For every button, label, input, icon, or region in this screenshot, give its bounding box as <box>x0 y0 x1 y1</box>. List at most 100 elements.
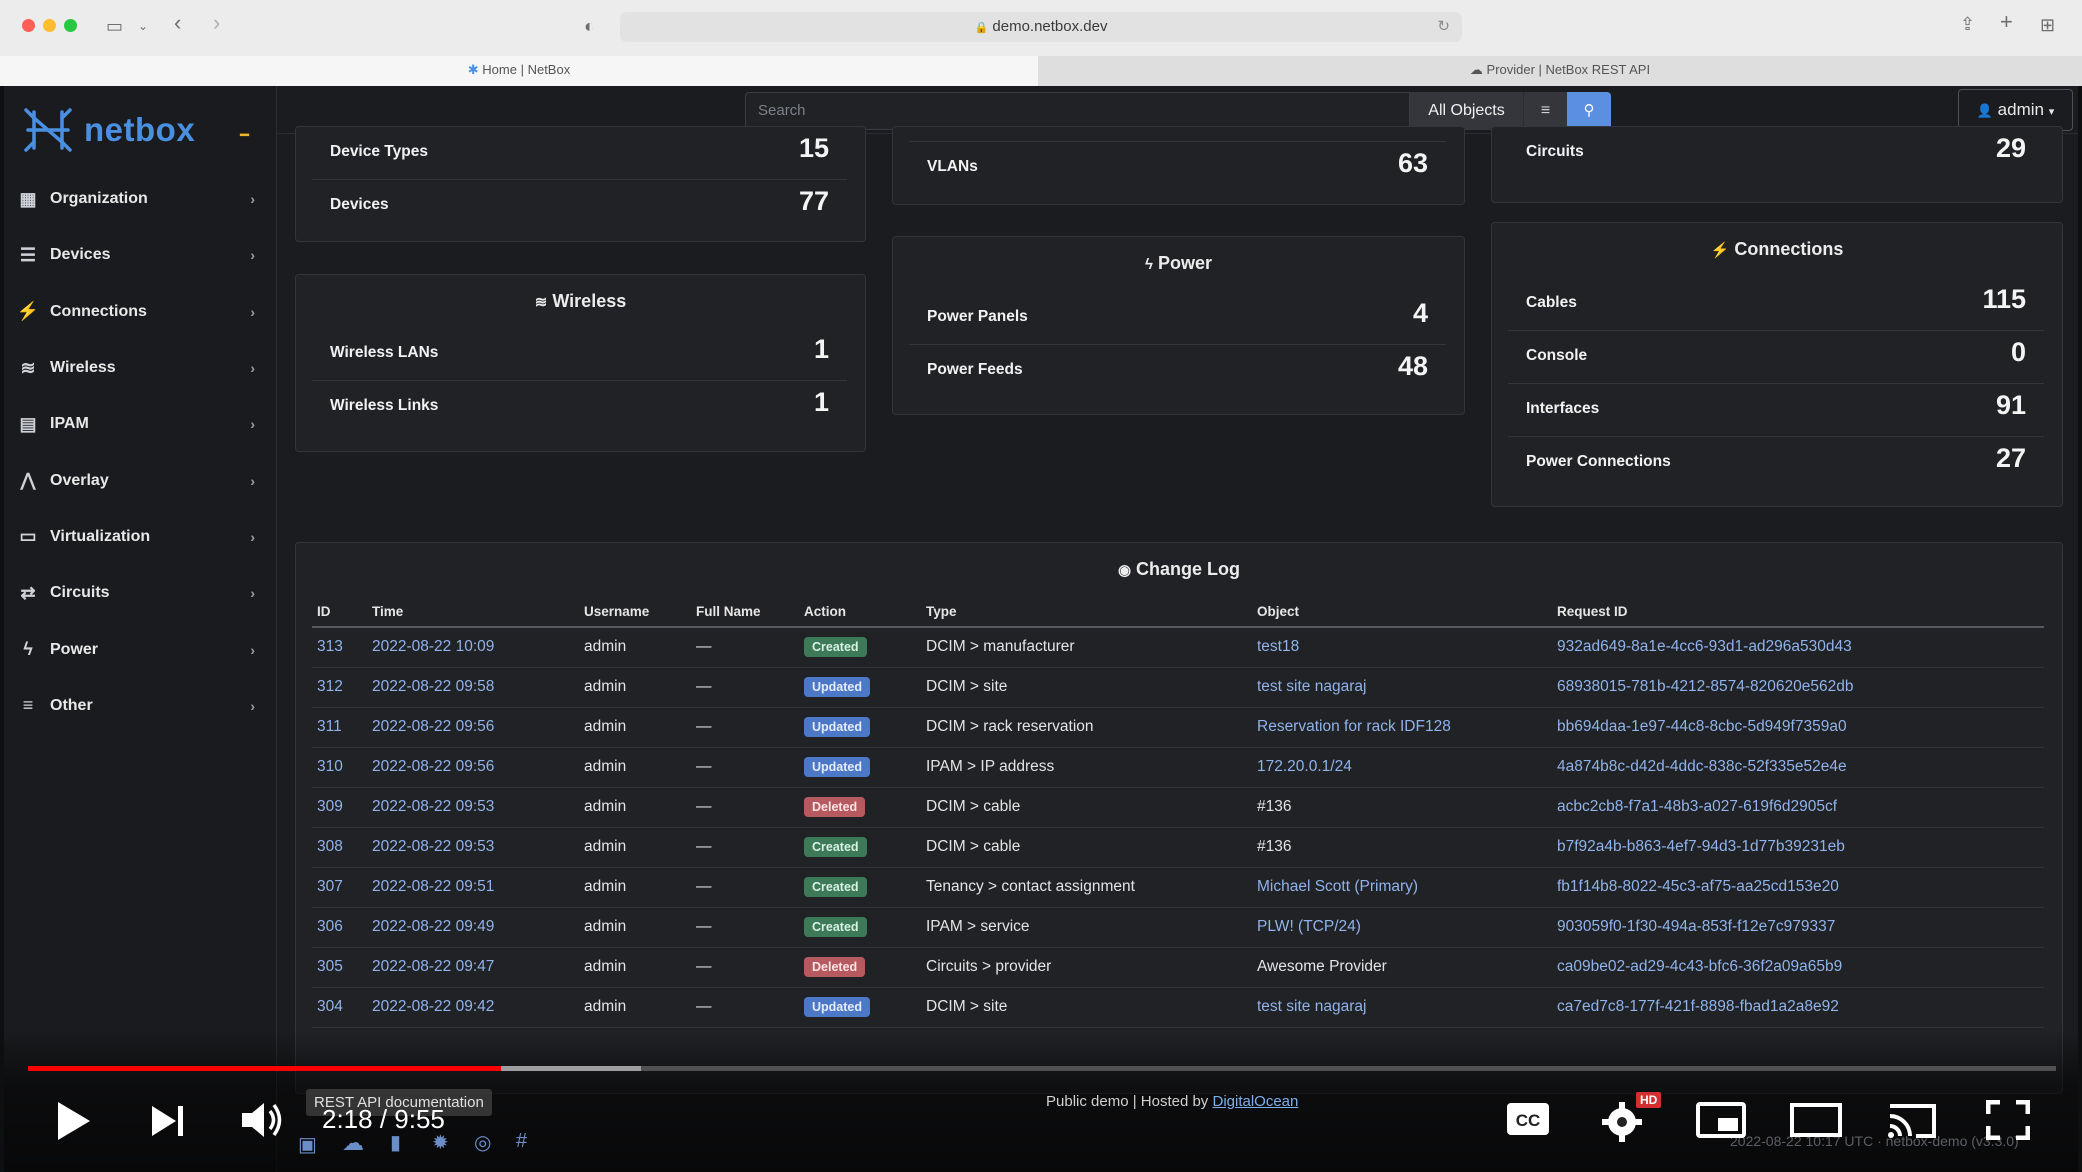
stat-row-power-panels[interactable]: Power Panels 4 <box>909 292 1446 345</box>
tab-overview-icon[interactable]: ⊞ <box>2040 16 2055 34</box>
change-time-link[interactable]: 2022-08-22 09:47 <box>367 947 579 988</box>
object-cell[interactable]: test18 <box>1252 627 1552 668</box>
sidebar-toggle-icon[interactable]: ▭ <box>106 17 123 35</box>
request-id-link[interactable]: ca7ed7c8-177f-421f-8898-fbad1a2a8e92 <box>1552 987 2044 1028</box>
volume-button[interactable] <box>240 1100 284 1145</box>
object-scope-dropdown[interactable]: All Objects <box>1410 92 1523 130</box>
maximize-window-button[interactable] <box>64 19 77 32</box>
column-header[interactable]: Object <box>1252 597 1552 628</box>
pin-sidebar-icon[interactable]: ━ <box>240 126 249 144</box>
stat-row-console[interactable]: Console 0 <box>1508 331 2044 384</box>
captions-button[interactable]: CC <box>1506 1102 1550 1141</box>
change-id-link[interactable]: 311 <box>312 707 367 748</box>
stat-row-interfaces[interactable]: Interfaces 91 <box>1508 384 2044 437</box>
video-progress-bar[interactable] <box>28 1066 501 1071</box>
request-id-link[interactable]: fb1f14b8-8022-45c3-af75-aa25cd153e20 <box>1552 867 2044 908</box>
search-input[interactable]: Search <box>745 92 1410 130</box>
object-cell[interactable]: Michael Scott (Primary) <box>1252 867 1552 908</box>
column-header[interactable]: Full Name <box>691 597 799 628</box>
change-id-link[interactable]: 308 <box>312 827 367 868</box>
change-time-link[interactable]: 2022-08-22 09:56 <box>367 707 579 748</box>
cloud-icon[interactable]: ☁ <box>342 1130 364 1156</box>
sidebar-item-circuits[interactable]: ⇄ Circuits › <box>4 565 277 621</box>
play-button[interactable] <box>56 1100 92 1147</box>
request-id-link[interactable]: 932ad649-8a1e-4cc6-93d1-ad296a530d43 <box>1552 627 2044 668</box>
change-time-link[interactable]: 2022-08-22 09:49 <box>367 907 579 948</box>
request-id-link[interactable]: b7f92a4b-b863-4ef7-94d3-1d77b39231eb <box>1552 827 2044 868</box>
object-cell[interactable]: test site nagaraj <box>1252 987 1552 1028</box>
object-cell[interactable]: PLW! (TCP/24) <box>1252 907 1552 948</box>
reload-icon[interactable]: ↻ <box>1437 12 1450 42</box>
forward-icon[interactable]: › <box>213 12 220 34</box>
change-id-link[interactable]: 304 <box>312 987 367 1028</box>
stat-row-power-feeds[interactable]: Power Feeds 48 <box>909 345 1446 398</box>
share-icon[interactable]: ⇪ <box>1960 15 1975 33</box>
chevron-down-icon[interactable]: ⌄ <box>138 17 148 35</box>
change-id-link[interactable]: 307 <box>312 867 367 908</box>
change-time-link[interactable]: 2022-08-22 09:53 <box>367 787 579 828</box>
object-cell[interactable]: 172.20.0.1/24 <box>1252 747 1552 788</box>
change-id-link[interactable]: 309 <box>312 787 367 828</box>
minimize-window-button[interactable] <box>43 19 56 32</box>
fullscreen-button[interactable] <box>1985 1099 2031 1145</box>
change-id-link[interactable]: 305 <box>312 947 367 988</box>
sidebar-item-virtualization[interactable]: ▭ Virtualization › <box>4 509 277 565</box>
back-icon[interactable]: ‹ <box>174 12 181 34</box>
change-time-link[interactable]: 2022-08-22 09:51 <box>367 867 579 908</box>
gear-small-icon[interactable]: ✹ <box>432 1130 449 1155</box>
change-id-link[interactable]: 313 <box>312 627 367 668</box>
search-button[interactable]: ⚲ <box>1567 92 1611 130</box>
stat-row-device-types[interactable]: Device Types 15 <box>312 127 847 180</box>
bookmark-icon[interactable]: ▮ <box>390 1130 401 1155</box>
change-time-link[interactable]: 2022-08-22 10:09 <box>367 627 579 668</box>
stat-row-wireless-links[interactable]: Wireless Links 1 <box>312 381 847 434</box>
request-id-link[interactable]: ca09be02-ad29-4c43-bfc6-36f2a09a65b9 <box>1552 947 2044 988</box>
sidebar-item-organization[interactable]: ▦ Organization › <box>4 171 277 227</box>
tab-home[interactable]: ✱ Home | NetBox <box>0 56 1038 86</box>
sidebar-item-connections[interactable]: ⚡ Connections › <box>4 284 277 340</box>
user-menu-button[interactable]: 👤 admin ▾ <box>1958 89 2073 131</box>
filter-button[interactable]: ≡ <box>1523 92 1567 130</box>
new-tab-icon[interactable]: + <box>2000 11 2013 33</box>
request-id-link[interactable]: 4a874b8c-d42d-4ddc-838c-52f335e52e4e <box>1552 747 2044 788</box>
github-icon[interactable]: ◎ <box>474 1130 491 1155</box>
sidebar-item-overlay[interactable]: ⋀ Overlay › <box>4 452 277 508</box>
change-id-link[interactable]: 310 <box>312 747 367 788</box>
close-window-button[interactable] <box>22 19 35 32</box>
change-time-link[interactable]: 2022-08-22 09:53 <box>367 827 579 868</box>
sidebar-item-wireless[interactable]: ≋ Wireless › <box>4 340 277 396</box>
change-time-link[interactable]: 2022-08-22 09:56 <box>367 747 579 788</box>
stat-row-power-connections[interactable]: Power Connections 27 <box>1508 437 2044 490</box>
column-header[interactable]: Time <box>367 597 579 628</box>
sidebar-item-other[interactable]: ≡ Other › <box>4 678 277 734</box>
object-cell[interactable]: Reservation for rack IDF128 <box>1252 707 1552 748</box>
request-id-link[interactable]: bb694daa-1e97-44c8-8cbc-5d949f7359a0 <box>1552 707 2044 748</box>
column-header[interactable]: Type <box>921 597 1252 628</box>
theater-mode-button[interactable] <box>1790 1102 1842 1143</box>
column-header[interactable]: Action <box>799 597 921 628</box>
object-cell[interactable]: test site nagaraj <box>1252 667 1552 708</box>
sidebar-item-power[interactable]: ϟ Power › <box>4 621 277 677</box>
stat-row-cables[interactable]: Cables 115 <box>1508 278 2044 331</box>
column-header[interactable]: Username <box>579 597 691 628</box>
change-id-link[interactable]: 306 <box>312 907 367 948</box>
digitalocean-link[interactable]: DigitalOcean <box>1212 1093 1298 1110</box>
change-id-link[interactable]: 312 <box>312 667 367 708</box>
request-id-link[interactable]: 903059f0-1f30-494a-853f-f12e7c979337 <box>1552 907 2044 948</box>
book-icon[interactable]: ▣ <box>298 1132 317 1157</box>
cast-button[interactable] <box>1886 1100 1938 1145</box>
change-time-link[interactable]: 2022-08-22 09:58 <box>367 667 579 708</box>
shield-icon[interactable]: ◐ <box>584 17 595 35</box>
miniplayer-button[interactable] <box>1696 1102 1746 1143</box>
address-bar[interactable]: 🔒 demo.netbox.dev ↻ <box>620 12 1462 42</box>
sidebar-item-ipam[interactable]: ▤ IPAM › <box>4 396 277 452</box>
request-id-link[interactable]: acbc2cb8-f7a1-48b3-a027-619f6d2905cf <box>1552 787 2044 828</box>
stat-row-vlans[interactable]: VLANs 63 <box>909 141 1446 194</box>
stat-row-wireless-lans[interactable]: Wireless LANs 1 <box>312 328 847 381</box>
request-id-link[interactable]: 68938015-781b-4212-8574-820620e562db <box>1552 667 2044 708</box>
next-button[interactable] <box>150 1104 186 1143</box>
column-header[interactable]: ID <box>312 597 367 628</box>
change-time-link[interactable]: 2022-08-22 09:42 <box>367 987 579 1028</box>
stat-row-circuits[interactable]: Circuits 29 <box>1508 127 2044 180</box>
column-header[interactable]: Request ID <box>1552 597 2044 628</box>
